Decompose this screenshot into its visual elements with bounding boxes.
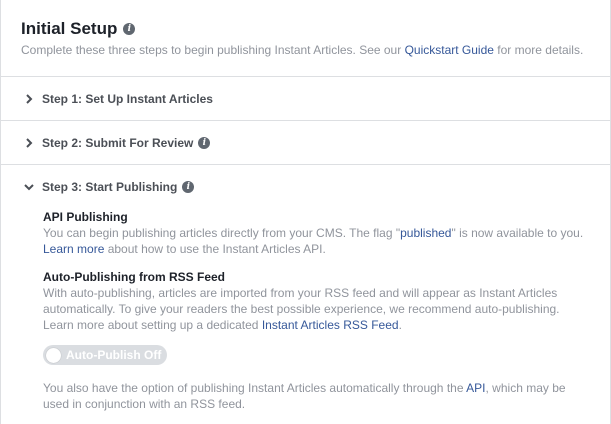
step-3-header[interactable]: Step 3: Start Publishing i	[1, 165, 610, 209]
rss-text-2: .	[398, 318, 402, 332]
toggle-knob	[46, 347, 61, 363]
api-text-1: You can begin publishing articles direct…	[43, 226, 401, 240]
panel-header: Initial Setup i Complete these three ste…	[1, 0, 610, 77]
subtitle-text: Complete these three steps to begin publ…	[21, 43, 405, 57]
title-row: Initial Setup i	[21, 18, 590, 40]
rss-feed-link[interactable]: Instant Articles RSS Feed	[262, 318, 399, 332]
info-icon[interactable]: i	[182, 181, 195, 193]
published-flag-link[interactable]: published	[400, 226, 451, 240]
rss-text: With auto-publishing, articles are impor…	[43, 285, 590, 333]
info-icon[interactable]: i	[198, 136, 211, 149]
page-subtitle: Complete these three steps to begin publ…	[21, 42, 590, 58]
step-2-label: Step 2: Submit For Review	[42, 135, 194, 150]
api-link[interactable]: API	[466, 381, 485, 395]
api-text-3: about how to use the Instant Articles AP…	[104, 242, 326, 256]
chevron-right-icon	[26, 137, 33, 148]
learn-more-link[interactable]: Learn more	[43, 242, 104, 256]
footer-text: You also have the option of publishing I…	[43, 380, 590, 412]
toggle-label: Auto-Publish Off	[66, 348, 162, 362]
api-publishing-title: API Publishing	[43, 210, 128, 224]
step-2-header[interactable]: Step 2: Submit For Review i	[1, 121, 610, 165]
step-3-label: Step 3: Start Publishing	[42, 180, 178, 194]
footer-text-1: You also have the option of publishing I…	[43, 380, 467, 395]
quickstart-guide-link[interactable]: Quickstart Guide	[405, 43, 494, 57]
step-1-header[interactable]: Step 1: Set Up Instant Articles	[1, 77, 610, 121]
chevron-down-icon	[24, 184, 34, 191]
subtitle-text-end: for more details.	[493, 43, 584, 57]
page-title: Initial Setup	[21, 19, 118, 38]
step-1-label: Step 1: Set Up Instant Articles	[42, 91, 213, 106]
api-text-2: " is now available to you.	[451, 226, 584, 240]
info-icon[interactable]: i	[123, 23, 136, 35]
rss-title: Auto-Publishing from RSS Feed	[43, 270, 225, 284]
api-publishing-text: You can begin publishing articles direct…	[43, 225, 590, 257]
chevron-right-icon	[26, 93, 33, 104]
step-3-content: API Publishing You can begin publishing …	[1, 209, 610, 412]
auto-publish-toggle[interactable]: Auto-Publish Off	[43, 345, 168, 365]
initial-setup-panel: Initial Setup i Complete these three ste…	[0, 0, 611, 424]
